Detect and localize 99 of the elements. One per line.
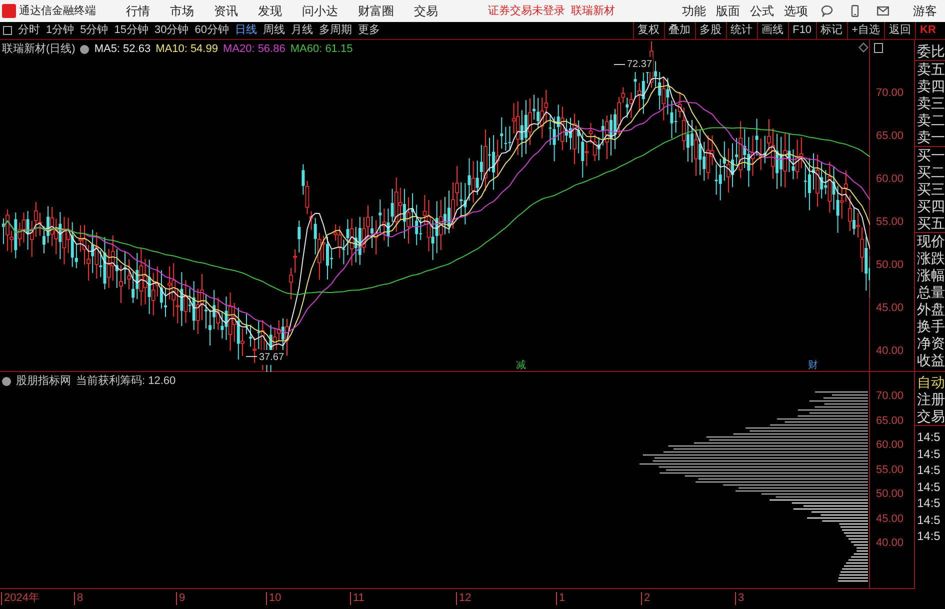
info-label[interactable]: 交易 — [915, 408, 945, 425]
date-label: 1 — [556, 592, 566, 605]
toolbar-button[interactable]: 返回 — [884, 22, 915, 39]
event-marker: 减 — [516, 358, 526, 373]
price-label: 40.00 — [876, 537, 904, 549]
trade-time: 14:5 — [916, 478, 942, 495]
date-label: 2 — [641, 592, 650, 605]
price-label: 50.00 — [876, 488, 904, 500]
stock-code: KR — [915, 22, 945, 39]
quote-row-label: 净资 — [916, 335, 945, 352]
period-tab[interactable]: 5分钟 — [77, 22, 112, 39]
toolbar-button[interactable]: 多股 — [694, 22, 726, 39]
quote-row-label: 总量 — [916, 284, 945, 301]
menu-item[interactable]: 功能 — [677, 2, 711, 20]
quote-row-label: 买五 — [915, 215, 945, 233]
info-label[interactable]: 注册 — [915, 391, 945, 408]
menu-item[interactable]: 公式 — [745, 2, 779, 20]
ma-value: MA60: 61.15 — [290, 42, 353, 57]
price-label: 70.00 — [876, 87, 904, 99]
price-label: 65.00 — [876, 130, 904, 142]
quote-row-label: 换手 — [916, 318, 945, 335]
trade-time: 14:5 — [916, 446, 942, 462]
quote-row-label: 涨跌 — [916, 250, 945, 267]
menu-item[interactable]: 发现 — [248, 2, 292, 20]
period-tab[interactable]: 分时 — [15, 22, 43, 39]
quote-row-label: 买一 — [916, 147, 945, 164]
quote-row-label: 涨幅 — [916, 267, 945, 284]
toolbar-button[interactable]: F10 — [788, 22, 816, 39]
indicator-reading: 当前获利筹码: 12.60 — [76, 374, 176, 389]
date-label: 2024年 — [1, 592, 40, 605]
indicator-title: 股朋指标网 — [16, 374, 71, 389]
period-tab[interactable]: 多周期 — [316, 22, 355, 39]
price-label: 70.00 — [876, 390, 904, 402]
trade-time: 14:5 — [916, 462, 942, 478]
period-tab[interactable]: 周线 — [260, 22, 288, 39]
price-label: 45.00 — [876, 302, 904, 314]
price-label: 65.00 — [876, 414, 904, 426]
quote-row-label: 卖一 — [915, 129, 945, 147]
toolbar-button[interactable]: +自选 — [846, 22, 884, 39]
trade-time: 14:5 — [916, 528, 942, 544]
menu-item[interactable]: 行情 — [116, 2, 160, 20]
date-label: 10 — [266, 592, 282, 605]
menu-item[interactable]: 财富圈 — [348, 2, 404, 20]
menu-item[interactable]: 市场 — [160, 2, 204, 20]
chart-title: 联瑞新材(日线) — [2, 42, 76, 57]
high-price-label: 72.37 — [626, 57, 654, 72]
quote-row-label: 卖二 — [916, 112, 945, 129]
period-tab[interactable]: 15分钟 — [111, 22, 152, 39]
quote-row-label: 卖四 — [916, 78, 945, 95]
period-tab[interactable]: 更多 — [355, 22, 383, 39]
toolbar-button[interactable]: 复权 — [632, 22, 664, 39]
price-label: 60.00 — [876, 439, 904, 451]
period-tab[interactable]: 60分钟 — [192, 22, 232, 39]
stock-link[interactable]: 联瑞新材 — [571, 2, 615, 20]
date-label: 3 — [735, 592, 744, 605]
trade-time: 14:5 — [916, 512, 942, 528]
quote-row-label: 卖三 — [916, 95, 945, 112]
menu-item[interactable]: 资讯 — [204, 2, 248, 20]
menu-item[interactable]: 版面 — [711, 2, 745, 20]
toolbar-button[interactable]: 画线 — [756, 22, 788, 39]
price-label: 55.00 — [876, 216, 904, 228]
app-title: 通达信金融终端 — [19, 4, 96, 19]
period-tab[interactable]: 日线 — [232, 22, 260, 39]
info-label[interactable]: 自动 — [915, 374, 945, 391]
quote-row-label: 卖五 — [916, 61, 945, 78]
period-tab[interactable]: 30分钟 — [152, 22, 192, 39]
price-label: 40.00 — [876, 345, 904, 357]
quote-row-label: 买四 — [916, 198, 945, 215]
trade-time: 14:5 — [916, 429, 942, 446]
trade-time: 14:5 — [916, 495, 942, 512]
ma-value: MA20: 56.86 — [222, 42, 286, 57]
menu-item[interactable]: 交易 — [404, 2, 448, 20]
low-price-label: 37.67 — [258, 350, 286, 365]
price-label: 55.00 — [876, 464, 904, 476]
toolbar-button[interactable]: 叠加 — [664, 22, 695, 39]
quote-row-label: 买三 — [916, 181, 945, 198]
toolbar-button[interactable]: 标记 — [816, 22, 847, 39]
date-label: 12 — [456, 592, 472, 605]
period-tab[interactable]: 月线 — [288, 22, 316, 39]
ma-value: MA5: 52.63 — [94, 42, 151, 57]
menu-item[interactable]: 选项 — [779, 2, 813, 20]
toolbar-button[interactable]: 统计 — [726, 22, 757, 39]
date-label: 9 — [176, 592, 186, 605]
quote-row-label: 现价 — [916, 233, 945, 250]
period-tab[interactable]: 1分钟 — [43, 22, 78, 39]
price-label: 60.00 — [876, 173, 904, 185]
date-label: 8 — [74, 592, 84, 605]
quote-row-label: 收益 — [916, 352, 945, 369]
date-label: 11 — [350, 592, 364, 605]
quote-row-label: 买二 — [916, 164, 945, 181]
price-label: 45.00 — [876, 512, 904, 524]
price-label: 50.00 — [876, 259, 904, 271]
quote-row-label: 委比 — [915, 43, 945, 61]
user-label[interactable]: 游客 — [913, 2, 937, 20]
quote-row-label: 外盘 — [916, 301, 945, 318]
menu-item[interactable]: 问小达 — [292, 2, 348, 20]
event-marker: 财 — [808, 358, 818, 373]
ma-value: MA10: 54.99 — [156, 42, 218, 57]
login-notice: 证券交易未登录 — [488, 4, 565, 19]
